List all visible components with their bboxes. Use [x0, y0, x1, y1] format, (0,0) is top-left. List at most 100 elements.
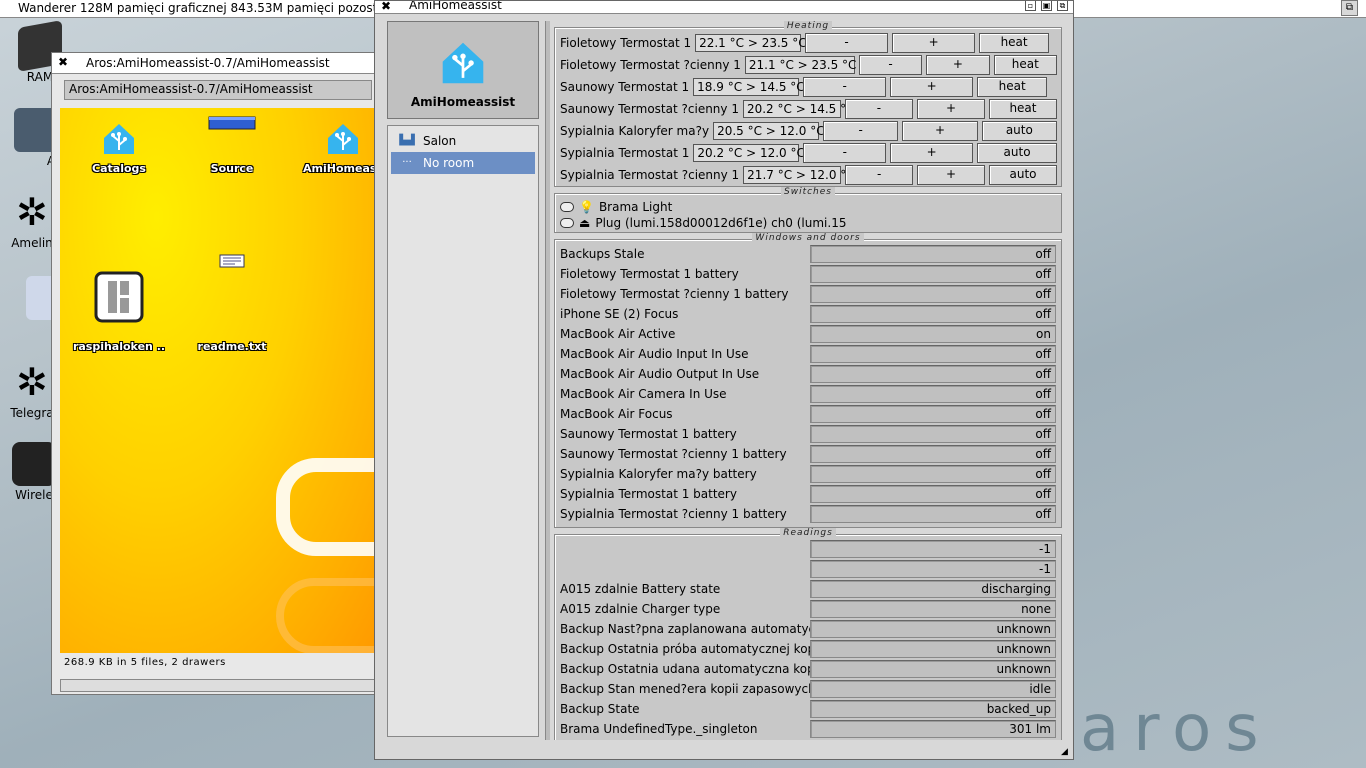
decrease-temp-button[interactable]: -	[823, 121, 899, 141]
entity-name: Saunowy Termostat ?cienny 1 battery	[560, 447, 787, 461]
amihomeassist-window[interactable]: ✖ AmiHomeassist ▫ ▣ ⧉ AmiHomeassist ▙▟ S…	[374, 0, 1074, 760]
decrease-temp-button[interactable]: -	[858, 55, 923, 75]
desktop-icon-wireless[interactable]: Wirele	[12, 442, 56, 502]
state-row: Backups Stale off	[555, 244, 1061, 264]
hvac-mode-button[interactable]: heat	[993, 55, 1057, 75]
app-title-bar[interactable]: ✖ AmiHomeassist ▫ ▣ ⧉	[375, 1, 1073, 14]
switch-row[interactable]: ⏏ Plug (lumi.158d00012d6f1e) ch0 (lumi.1…	[555, 215, 1061, 231]
toggle-switch[interactable]	[560, 202, 574, 212]
state-row: Saunowy Termostat ?cienny 1 battery off	[555, 444, 1061, 464]
state-row: Fioletowy Termostat 1 battery off	[555, 264, 1061, 284]
tool-icon: ✲	[16, 190, 48, 234]
hvac-mode-button[interactable]: auto	[977, 143, 1057, 163]
decrease-temp-button[interactable]: -	[844, 99, 913, 119]
entity-name: Backup State	[560, 702, 640, 716]
temperature-value: 22.1 °C > 23.5 °C	[695, 34, 807, 52]
temperature-value: 20.2 °C > 14.5 °C	[742, 100, 854, 118]
decrease-temp-button[interactable]: -	[845, 165, 914, 185]
hvac-mode-button[interactable]: auto	[981, 121, 1057, 141]
entity-state: 301 lm	[810, 720, 1056, 738]
switch-name: Plug (lumi.158d00012d6f1e) ch0 (lumi.15	[595, 216, 847, 230]
entities-panel[interactable]: Heating Fioletowy Termostat 1 22.1 °C > 2…	[554, 21, 1062, 740]
resize-grip-icon[interactable]: ◢	[1061, 747, 1071, 757]
increase-temp-button[interactable]: +	[892, 33, 976, 53]
drawer-window[interactable]: ✖ Aros:AmiHomeassist-0.7/AmiHomeassist A…	[51, 52, 381, 695]
increase-temp-button[interactable]: +	[890, 143, 974, 163]
decrease-temp-button[interactable]: -	[805, 33, 889, 53]
toggle-switch[interactable]	[560, 218, 574, 228]
entity-state: unknown	[810, 660, 1056, 678]
increase-temp-button[interactable]: +	[902, 121, 978, 141]
room-item-no-room[interactable]: ··· No room	[391, 152, 535, 174]
file-icon-label: Catalogs	[92, 162, 146, 175]
entity-name: Brama UndefinedType._singleton	[560, 722, 758, 736]
decrease-temp-button[interactable]: -	[803, 143, 887, 163]
desktop-icon-amelin[interactable]: ✲ Amelin	[10, 190, 54, 250]
app-logo-box: AmiHomeassist	[387, 21, 539, 119]
hvac-mode-button[interactable]: auto	[989, 165, 1057, 185]
group-title: Heating	[555, 21, 1061, 31]
switches-group: Switches 💡 Brama Light ⏏ Plug (lumi.158d…	[554, 187, 1062, 233]
drawer-icon	[208, 116, 256, 130]
heating-group: Heating Fioletowy Termostat 1 22.1 °C > 2…	[554, 21, 1062, 187]
temperature-value: 20.5 °C > 12.0 °C	[713, 122, 825, 140]
file-icon-catalogs[interactable]: Catalogs	[69, 116, 169, 175]
state-row: -1	[555, 559, 1061, 579]
state-row: Sypialnia Termostat ?cienny 1 battery off	[555, 504, 1061, 524]
zoom-icon[interactable]: ▣	[1041, 1, 1052, 11]
desktop-icon-telegram[interactable]: ✲ Telegra	[10, 360, 54, 420]
thermostat-name: Sypialnia Kaloryfer ma?y	[560, 124, 710, 138]
file-icon-amihomeassist[interactable]: AmiHomeass	[293, 116, 380, 175]
state-row: Backup State backed_up	[555, 699, 1061, 719]
drawer-horizontal-scrollbar[interactable]	[60, 679, 380, 692]
file-icon-source[interactable]: Source	[182, 116, 282, 175]
room-list[interactable]: ▙▟ Salon ··· No room	[387, 125, 539, 737]
room-item-salon[interactable]: ▙▟ Salon	[391, 130, 535, 152]
hvac-mode-button[interactable]: heat	[979, 33, 1050, 53]
group-title: Switches	[555, 187, 1061, 197]
depth-icon[interactable]: ⧉	[1057, 1, 1068, 11]
state-row: Backup Nast?pna zaplanowana automatyczn u…	[555, 619, 1061, 639]
drawer-path-field[interactable]: Aros:AmiHomeassist-0.7/AmiHomeassist	[64, 80, 372, 100]
entity-state: off	[810, 505, 1056, 523]
state-row: Brama UndefinedType._singleton 301 lm	[555, 719, 1061, 739]
close-icon[interactable]: ✖	[58, 55, 68, 69]
drawer-icon-area[interactable]: Catalogs Source AmiHomeass raspihaloken …	[60, 108, 380, 653]
file-icon-raspihatoken[interactable]: raspihaloken ..	[69, 254, 169, 353]
close-icon[interactable]: ✖	[381, 1, 391, 13]
screen-depth-button[interactable]: ⧉	[1341, 0, 1358, 16]
decrease-temp-button[interactable]: -	[803, 77, 887, 97]
thermostat-row: Fioletowy Termostat ?cienny 1 21.1 °C > 2…	[555, 54, 1061, 76]
increase-temp-button[interactable]: +	[916, 99, 985, 119]
file-icon-readme[interactable]: readme.txt	[182, 254, 282, 353]
readings-group: Readings -1 -1 A015 zdalnie Battery state d…	[554, 528, 1062, 740]
panel-splitter[interactable]	[545, 21, 550, 740]
thermostat-row: Saunowy Termostat ?cienny 1 20.2 °C > 14.…	[555, 98, 1061, 120]
iconify-icon[interactable]: ▫	[1025, 1, 1036, 11]
room-label: Salon	[423, 134, 457, 148]
state-row: MacBook Air Audio Output In Use off	[555, 364, 1061, 384]
plug-icon: ⏏	[579, 216, 591, 230]
temperature-value: 20.2 °C > 12.0 °C	[693, 144, 805, 162]
increase-temp-button[interactable]: +	[926, 55, 990, 75]
entity-name: Sypialnia Kaloryfer ma?y battery	[560, 467, 757, 481]
state-row: iPhone SE (2) Focus off	[555, 304, 1061, 324]
drawer-title-bar[interactable]: ✖ Aros:AmiHomeassist-0.7/AmiHomeassist	[52, 53, 380, 74]
sofa-icon: ▙▟	[399, 135, 415, 146]
thermostat-name: Saunowy Termostat 1	[560, 80, 690, 94]
entity-state: unknown	[810, 620, 1056, 638]
increase-temp-button[interactable]: +	[890, 77, 974, 97]
entity-name: Backups Stale	[560, 247, 645, 261]
entity-state: backed_up	[810, 700, 1056, 718]
switch-row[interactable]: 💡 Brama Light	[555, 199, 1061, 215]
wireless-icon	[12, 442, 56, 486]
thermostat-name: Fioletowy Termostat ?cienny 1	[560, 58, 741, 72]
thermostat-name: Saunowy Termostat ?cienny 1	[560, 102, 739, 116]
entity-name: Fioletowy Termostat 1 battery	[560, 267, 739, 281]
left-panel: AmiHomeassist ▙▟ Salon ··· No room	[387, 21, 539, 740]
hvac-mode-button[interactable]: heat	[977, 77, 1048, 97]
increase-temp-button[interactable]: +	[917, 165, 986, 185]
temperature-value: 18.9 °C > 14.5 °C	[693, 78, 805, 96]
entity-name: MacBook Air Audio Output In Use	[560, 367, 760, 381]
hvac-mode-button[interactable]: heat	[988, 99, 1057, 119]
